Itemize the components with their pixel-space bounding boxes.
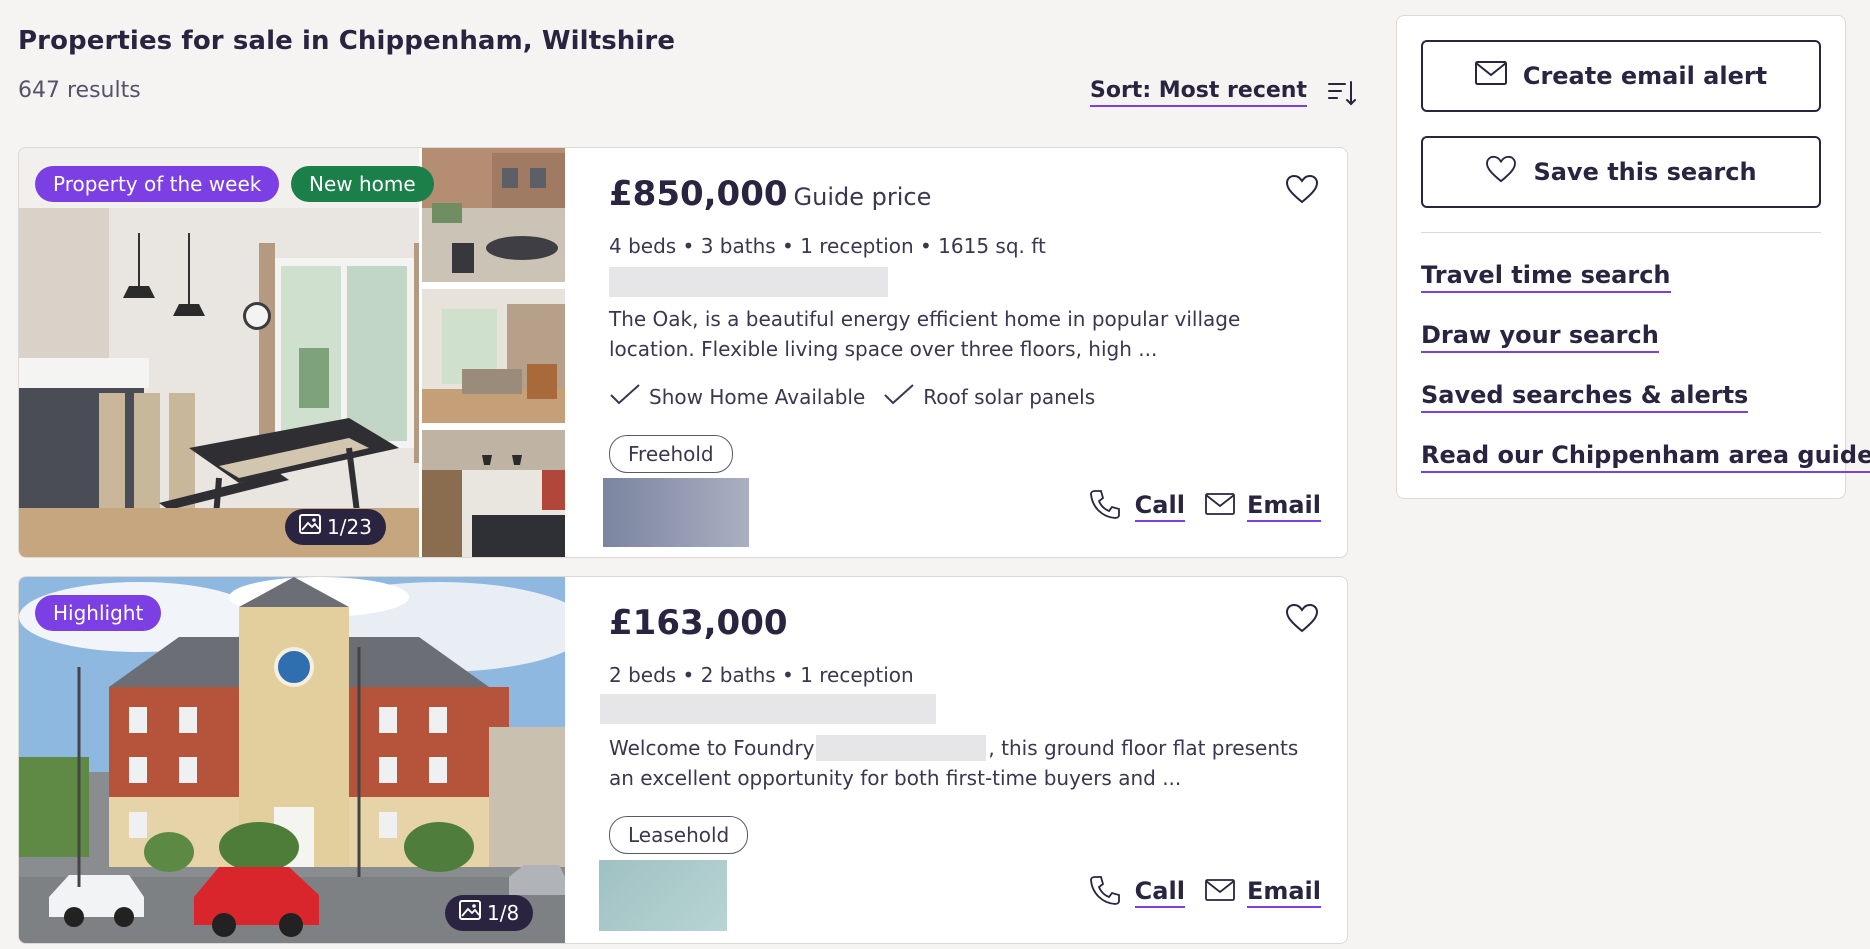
envelope-icon xyxy=(1474,61,1507,91)
agent-logo[interactable] xyxy=(603,478,749,547)
divider xyxy=(1421,232,1821,233)
tenure-tag: Freehold xyxy=(609,435,733,473)
property-card[interactable]: Highlight 1/8 £163,000 2 beds • 2 baths … xyxy=(18,576,1348,944)
call-link[interactable]: Call xyxy=(1134,491,1185,522)
description-start: Welcome to Foundry xyxy=(609,736,815,760)
feature-label: Roof solar panels xyxy=(923,384,1096,409)
property-specs: 2 beds • 2 baths • 1 reception xyxy=(609,663,914,687)
property-photo[interactable] xyxy=(19,577,565,943)
sort-icon[interactable] xyxy=(1327,79,1357,107)
envelope-icon[interactable] xyxy=(1205,879,1235,905)
price: £163,000 xyxy=(609,603,788,643)
gallery-thumbnail[interactable] xyxy=(422,430,565,557)
heart-icon[interactable] xyxy=(1285,603,1319,637)
property-description: The Oak, is a beautiful energy efficient… xyxy=(609,307,1241,361)
feature-item: Show Home Available xyxy=(609,382,865,411)
redacted-address xyxy=(609,267,888,297)
sort-label[interactable]: Sort: Most recent xyxy=(1090,78,1307,107)
image-icon xyxy=(459,895,481,931)
saved-searches-link[interactable]: Saved searches & alerts xyxy=(1421,381,1749,413)
photo-counter[interactable]: 1/23 xyxy=(285,509,386,545)
price-value: £850,000 xyxy=(609,174,788,214)
property-of-the-week-badge: Property of the week xyxy=(35,166,280,202)
highlight-badge: Highlight xyxy=(35,595,162,631)
phone-icon[interactable] xyxy=(1089,874,1121,910)
create-email-alert-button[interactable]: Create email alert xyxy=(1421,40,1821,112)
photo-counter[interactable]: 1/8 xyxy=(445,895,534,931)
envelope-icon[interactable] xyxy=(1205,493,1235,519)
area-guide-link[interactable]: Read our Chippenham area guide xyxy=(1421,441,1870,473)
save-search-label: Save this search xyxy=(1533,158,1757,186)
property-card[interactable]: Property of the week New home 1/23 £850,… xyxy=(18,147,1348,558)
sort-control[interactable]: Sort: Most recent xyxy=(1090,78,1357,107)
feature-item: Roof solar panels xyxy=(883,382,1095,411)
photo-counter-text: 1/8 xyxy=(487,901,520,925)
check-icon xyxy=(883,382,915,411)
new-home-badge: New home xyxy=(291,166,434,202)
search-sidebar: Create email alert Save this search Trav… xyxy=(1396,15,1870,499)
draw-your-search-link[interactable]: Draw your search xyxy=(1421,321,1659,353)
price: £850,000 Guide price xyxy=(609,174,931,214)
property-gallery[interactable]: Property of the week New home 1/23 xyxy=(19,148,565,557)
feature-label: Show Home Available xyxy=(649,384,866,409)
photo-counter-text: 1/23 xyxy=(327,515,372,539)
save-search-button[interactable]: Save this search xyxy=(1421,136,1821,208)
redacted-text xyxy=(816,735,987,761)
heart-icon xyxy=(1485,155,1517,189)
phone-icon[interactable] xyxy=(1089,488,1121,524)
call-link[interactable]: Call xyxy=(1134,877,1185,908)
redacted-address xyxy=(600,694,936,724)
agent-logo[interactable] xyxy=(599,860,727,931)
price-qualifier: Guide price xyxy=(793,183,932,211)
page-title: Properties for sale in Chippenham, Wilts… xyxy=(18,26,676,56)
check-icon xyxy=(609,382,641,411)
property-specs: 4 beds • 3 baths • 1 reception • 1615 sq… xyxy=(609,234,1046,258)
property-description: Welcome to Foundry, this ground floor fl… xyxy=(609,733,1329,793)
heart-icon[interactable] xyxy=(1285,174,1319,208)
create-email-alert-label: Create email alert xyxy=(1522,62,1768,90)
price-value: £163,000 xyxy=(609,603,788,643)
result-count: 647 results xyxy=(18,78,141,103)
image-icon xyxy=(299,509,321,545)
email-link[interactable]: Email xyxy=(1246,491,1321,522)
tenure-tag: Leasehold xyxy=(609,816,749,854)
property-photo[interactable] xyxy=(19,148,419,557)
property-gallery[interactable]: Highlight 1/8 xyxy=(19,577,565,943)
gallery-thumbnail[interactable] xyxy=(422,289,565,427)
gallery-thumbnail[interactable] xyxy=(422,148,565,286)
travel-time-search-link[interactable]: Travel time search xyxy=(1421,261,1671,293)
email-link[interactable]: Email xyxy=(1246,877,1321,908)
